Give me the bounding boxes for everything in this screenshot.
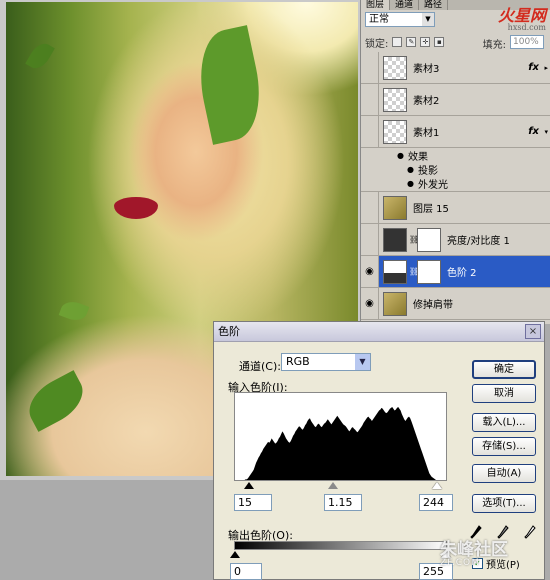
layer-name: 色阶 2 [447, 268, 477, 279]
input-sliders [234, 482, 447, 490]
layer-row-selected[interactable]: ◉ ⛓ 色阶 2 [361, 256, 550, 288]
lips [114, 197, 158, 219]
blend-mode-value: 正常 [369, 14, 389, 25]
load-button[interactable]: 载入(L)... [472, 413, 536, 432]
layer-row[interactable]: 图层 15 [361, 192, 550, 224]
options-button[interactable]: 选项(T)... [472, 494, 536, 513]
lock-label: 锁定: [365, 38, 389, 50]
lock-image-icon[interactable]: ✎ [406, 37, 417, 47]
dialog-title: 色阶 [218, 325, 240, 338]
effect-name: 投影 [417, 165, 438, 177]
tab-layers[interactable]: 图层 [361, 0, 391, 10]
fx-icon[interactable]: fx [528, 126, 539, 137]
layer-row[interactable]: 素材3 fx ▸ [361, 52, 550, 84]
output-gradient [234, 541, 447, 550]
eye-icon[interactable]: ● [407, 179, 414, 188]
dialog-titlebar[interactable]: 色阶 × [214, 322, 544, 342]
lock-transparent-icon[interactable] [392, 37, 403, 47]
mask-thumbnail [417, 227, 441, 252]
lock-all-icon[interactable]: ▪ [434, 37, 445, 47]
fill-label: 填充: [482, 40, 506, 51]
layer-thumbnail [383, 87, 407, 112]
eye-icon[interactable]: ◉ [361, 288, 379, 319]
layer-name: 图层 15 [413, 204, 449, 215]
chevron-down-icon: ▼ [422, 13, 434, 26]
white-eyedropper-icon[interactable] [524, 525, 536, 541]
watermark-text: 朱峰社区 [440, 540, 508, 560]
fx-icon[interactable]: fx [528, 62, 539, 73]
layer-thumbnail [383, 291, 407, 316]
ok-button[interactable]: 确定 [472, 360, 536, 379]
link-icon[interactable]: ⛓ [409, 235, 419, 244]
collapse-icon[interactable]: ▾ [544, 128, 548, 136]
layers-panel: 图层 通道 路径 火星网 hxsd.com 正常 ▼ 锁定: ✎ ✛ ▪ 填充:… [360, 0, 550, 324]
visibility-toggle[interactable] [361, 52, 379, 83]
fill-input[interactable]: 100% [510, 35, 544, 49]
output-black-field[interactable]: 0 [230, 563, 262, 580]
histogram [234, 392, 447, 481]
leaf-decoration [190, 25, 270, 145]
channel-label: 通道(C): [239, 360, 281, 373]
mask-thumbnail [417, 259, 441, 284]
gamma-slider[interactable] [328, 482, 338, 489]
tab-channels[interactable]: 通道 [390, 0, 420, 10]
layer-name: 素材3 [413, 64, 440, 75]
input-black-field[interactable]: 15 [234, 494, 272, 511]
layer-name: 素材2 [413, 96, 440, 107]
visibility-toggle[interactable] [361, 84, 379, 115]
output-sliders [230, 551, 451, 559]
close-icon[interactable]: × [525, 324, 541, 339]
histogram-chart [244, 407, 436, 480]
input-white-field[interactable]: 244 [419, 494, 453, 511]
layer-row[interactable]: ◉ 修掉肩带 [361, 288, 550, 320]
lock-position-icon[interactable]: ✛ [420, 37, 431, 47]
layer-thumbnail [383, 55, 407, 80]
output-black-slider[interactable] [230, 551, 240, 558]
logo-sub: hxsd.com [507, 23, 546, 32]
cancel-button[interactable]: 取消 [472, 384, 536, 403]
visibility-toggle[interactable] [361, 224, 379, 255]
site-logo: 火星网 hxsd.com [446, 2, 546, 32]
layer-thumbnail [383, 119, 407, 144]
effects-group[interactable]: ● 效果 [361, 148, 550, 163]
tab-paths[interactable]: 路径 [419, 0, 449, 10]
layer-row[interactable]: 素材2 [361, 84, 550, 116]
leaf-decoration [20, 370, 92, 432]
effect-row[interactable]: ● 投影 [361, 162, 550, 177]
channel-value: RGB [286, 355, 310, 368]
save-button[interactable]: 存储(S)... [472, 437, 536, 456]
histogram-shape [244, 407, 436, 480]
input-gamma-field[interactable]: 1.15 [324, 494, 362, 511]
effect-name: 效果 [407, 151, 428, 163]
layer-thumbnail [383, 195, 407, 220]
auto-button[interactable]: 自动(A) [472, 464, 536, 483]
eye-icon[interactable]: ● [397, 151, 404, 160]
leaf-decoration [58, 298, 90, 324]
layer-name: 亮度/对比度 1 [447, 236, 510, 247]
levels-icon [383, 259, 407, 284]
layer-row[interactable]: ⛓ 亮度/对比度 1 [361, 224, 550, 256]
eye-icon[interactable]: ● [407, 165, 414, 174]
channel-select[interactable]: RGB ▼ [281, 353, 371, 371]
leaf-decoration [25, 39, 55, 73]
layer-name: 修掉肩带 [413, 300, 453, 311]
visibility-toggle[interactable] [361, 192, 379, 223]
watermark: 朱峰社区 ZF.COM [440, 535, 508, 568]
layers-list: 素材3 fx ▸ 素材2 素材1 fx ▾ ● 效果 ● 投影 ● 外发光 图层… [361, 52, 550, 320]
adjustment-icon [383, 227, 407, 252]
layer-name: 素材1 [413, 128, 440, 139]
link-icon[interactable]: ⛓ [409, 267, 419, 276]
white-point-slider[interactable] [432, 482, 442, 489]
eye-icon[interactable]: ◉ [361, 256, 379, 287]
blend-mode-select[interactable]: 正常 ▼ [365, 12, 435, 27]
expand-icon[interactable]: ▸ [544, 64, 548, 72]
visibility-toggle[interactable] [361, 116, 379, 147]
effect-row[interactable]: ● 外发光 [361, 176, 550, 192]
effect-name: 外发光 [417, 180, 448, 191]
black-point-slider[interactable] [244, 482, 254, 489]
chevron-down-icon: ▼ [355, 354, 370, 370]
layer-row[interactable]: 素材1 fx ▾ [361, 116, 550, 148]
